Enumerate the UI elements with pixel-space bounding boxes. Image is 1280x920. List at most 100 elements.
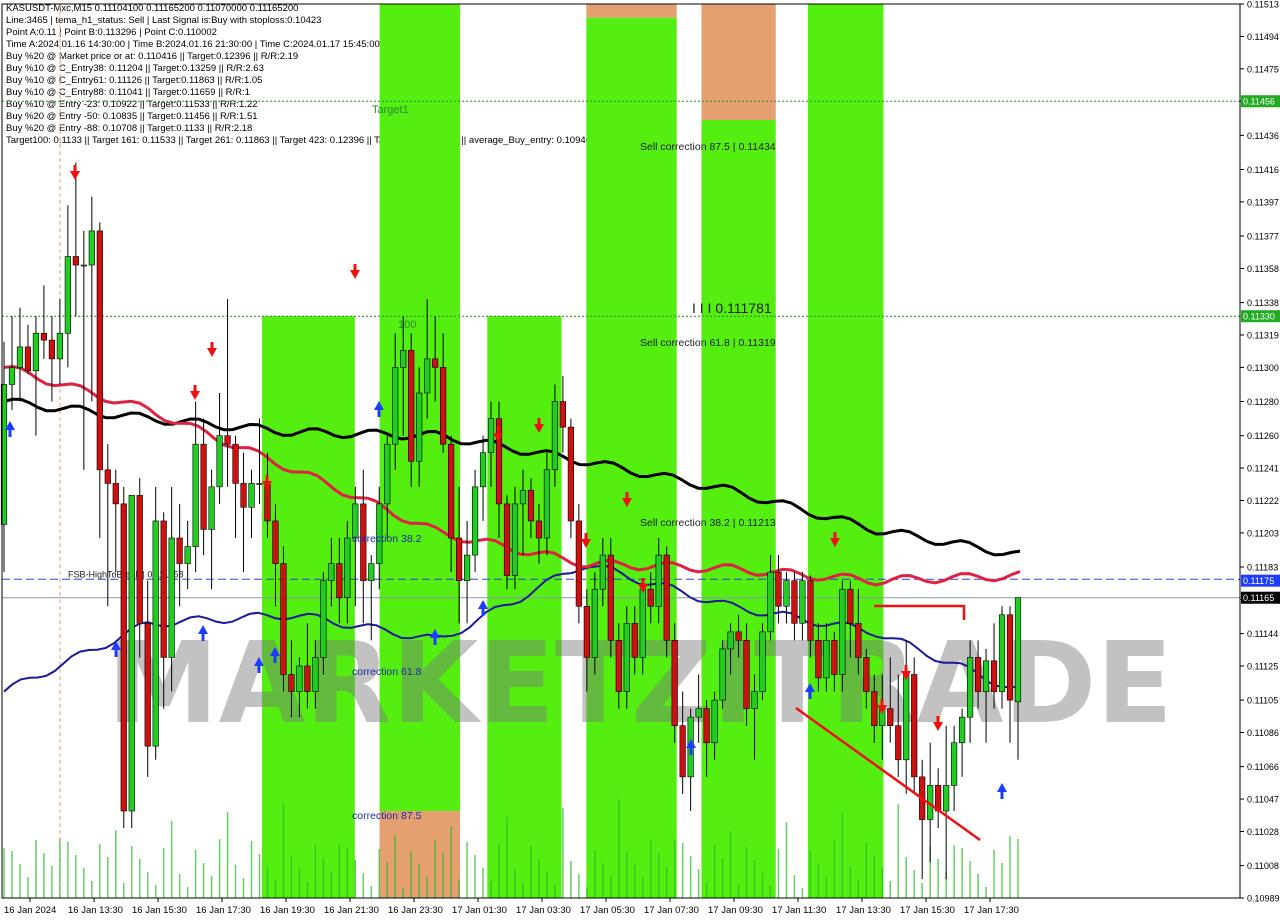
candle-body xyxy=(679,725,686,778)
candle-body xyxy=(959,716,966,744)
y-tick-label: 0.11086 xyxy=(1247,728,1279,738)
price-tag-label: 0.11330 xyxy=(1243,312,1275,322)
y-tick-label: 0.11066 xyxy=(1247,762,1279,772)
candle-body xyxy=(192,443,199,547)
candle-body xyxy=(344,537,351,599)
candle-body xyxy=(136,495,143,624)
candle-body xyxy=(990,660,998,692)
x-tick-label: 16 Jan 19:30 xyxy=(260,905,315,916)
candle-body xyxy=(256,483,263,485)
candle xyxy=(88,196,95,402)
candle xyxy=(200,418,207,556)
candle xyxy=(64,205,71,368)
candle xyxy=(503,495,511,590)
candle-body xyxy=(184,546,191,564)
candle xyxy=(8,316,16,411)
candle xyxy=(56,299,63,385)
candle-body xyxy=(368,563,375,581)
candle-body xyxy=(823,640,830,679)
y-tick-label: 0.11105 xyxy=(1247,696,1278,706)
candle-body xyxy=(96,230,103,471)
candle-body xyxy=(735,631,742,641)
candle-body xyxy=(623,623,630,692)
candle-body xyxy=(424,358,431,394)
candle-body xyxy=(72,256,79,266)
y-tick-label: 0.11028 xyxy=(1247,827,1279,837)
candle-body xyxy=(607,554,614,641)
candle-body xyxy=(288,674,295,692)
y-tick-label: 0.11416 xyxy=(1247,165,1279,175)
candle-body xyxy=(759,631,766,692)
buy-arrow xyxy=(997,783,1007,799)
candle-body xyxy=(48,339,55,360)
candle-body xyxy=(583,605,590,658)
x-tick-label: 16 Jan 23:30 xyxy=(388,905,443,916)
candle-body xyxy=(943,785,950,812)
candle-body xyxy=(232,443,239,484)
candle xyxy=(463,520,471,624)
candle-body xyxy=(144,623,151,747)
orange-zone xyxy=(586,4,677,18)
candle-body xyxy=(479,452,487,488)
x-tick-label: 16 Jan 15:30 xyxy=(132,905,187,916)
level-label: 100 xyxy=(398,319,416,331)
candle-body xyxy=(775,571,782,607)
candle-body xyxy=(88,230,95,266)
candle-body xyxy=(456,537,463,581)
y-tick-label: 0.11377 xyxy=(1247,232,1279,242)
candle xyxy=(176,503,183,607)
candle-body xyxy=(639,588,646,658)
buy-arrow xyxy=(478,600,488,616)
annotation: correction 61.8 xyxy=(352,666,422,678)
candle xyxy=(232,435,239,539)
candle-body xyxy=(727,631,734,650)
candle-body xyxy=(559,401,566,428)
y-tick-label: 0.11183 xyxy=(1247,563,1278,573)
sell-arrow xyxy=(70,165,80,180)
price-tag-label: 0.11165 xyxy=(1243,593,1274,603)
annotation: Sell correction 87.5 | 0.11434 xyxy=(640,141,776,153)
candle-body xyxy=(751,691,758,709)
price-chart[interactable]: MARKETZITRADETarget1100FSB-HighToBreak |… xyxy=(0,0,1280,920)
candle xyxy=(671,623,678,743)
candle-body xyxy=(527,489,535,522)
y-tick-label: 0.11475 xyxy=(1247,64,1279,74)
candle xyxy=(208,469,215,590)
x-tick-label: 16 Jan 2024 xyxy=(4,905,56,916)
y-tick-label: 0.11513 xyxy=(1247,0,1279,10)
annotation: correction 87.5 xyxy=(352,810,422,822)
candle-body xyxy=(591,588,598,658)
y-tick-label: 0.11494 xyxy=(1247,32,1279,42)
y-tick-label: 0.11280 xyxy=(1247,397,1279,407)
candle-body xyxy=(871,691,878,726)
candle-body xyxy=(208,486,215,530)
x-tick-label: 17 Jan 07:30 xyxy=(644,905,699,916)
candle xyxy=(471,469,479,573)
candle xyxy=(16,307,24,402)
candle-body xyxy=(551,401,559,471)
candle xyxy=(256,418,263,504)
candle xyxy=(360,469,367,624)
candle xyxy=(104,444,111,607)
candle-body xyxy=(791,580,798,624)
candle-body xyxy=(16,346,24,368)
candle xyxy=(719,640,726,709)
candle-body xyxy=(240,483,247,508)
candle-body xyxy=(535,520,543,539)
sell-arrow xyxy=(207,342,217,357)
x-tick-label: 17 Jan 11:30 xyxy=(772,905,826,916)
candle xyxy=(783,572,790,624)
x-tick-label: 16 Jan 13:30 xyxy=(68,905,123,916)
candle-body xyxy=(408,350,415,462)
candle-body xyxy=(567,426,574,522)
y-tick-label: 0.11008 xyxy=(1247,861,1279,871)
price-tag-label: 0.11456 xyxy=(1243,97,1275,107)
x-axis-bg xyxy=(0,898,1280,920)
candle-body xyxy=(631,623,638,658)
candle-body xyxy=(280,563,287,675)
candle-body xyxy=(463,554,471,581)
candle xyxy=(224,299,231,487)
candle-body xyxy=(703,708,710,744)
candle-body xyxy=(655,554,662,607)
candle-body xyxy=(32,332,40,372)
